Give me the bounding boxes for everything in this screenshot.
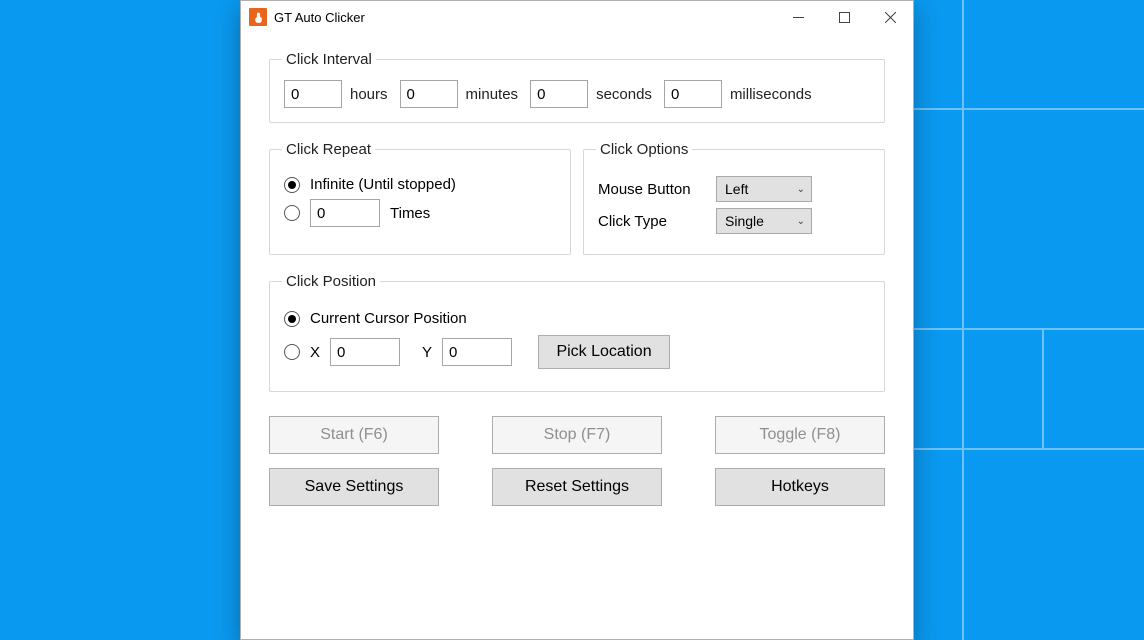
hours-label: hours [350,86,388,103]
click-position-group: Click Position Current Cursor Position X… [269,273,885,392]
position-y-label: Y [422,344,432,361]
click-type-value: Single [725,213,764,229]
click-interval-legend: Click Interval [282,51,376,68]
click-repeat-group: Click Repeat Infinite (Until stopped) Ti… [269,141,571,255]
hours-input[interactable] [284,80,342,108]
click-position-legend: Click Position [282,273,380,290]
mouse-button-select[interactable]: Left ⌄ [716,176,812,202]
window-title: GT Auto Clicker [274,10,365,25]
toggle-button[interactable]: Toggle (F8) [715,416,885,454]
click-options-group: Click Options Mouse Button Left ⌄ Click … [583,141,885,255]
seconds-label: seconds [596,86,652,103]
click-type-select[interactable]: Single ⌄ [716,208,812,234]
repeat-times-radio[interactable] [284,205,300,221]
repeat-times-input[interactable] [310,199,380,227]
minimize-button[interactable] [775,1,821,33]
chevron-down-icon: ⌄ [797,216,805,227]
start-button[interactable]: Start (F6) [269,416,439,454]
position-x-label: X [310,344,320,361]
click-repeat-legend: Click Repeat [282,141,375,158]
pick-location-button[interactable]: Pick Location [538,335,670,369]
close-button[interactable] [867,1,913,33]
mouse-button-value: Left [725,181,748,197]
position-xy-radio[interactable] [284,344,300,360]
position-current-label: Current Cursor Position [310,310,467,327]
titlebar[interactable]: GT Auto Clicker [241,1,913,33]
app-icon [249,8,267,26]
save-settings-button[interactable]: Save Settings [269,468,439,506]
app-window: GT Auto Clicker Click Interval hours min… [240,0,914,640]
milliseconds-input[interactable] [664,80,722,108]
click-type-label: Click Type [598,213,716,230]
click-options-legend: Click Options [596,141,692,158]
desktop-wallpaper: GT Auto Clicker Click Interval hours min… [0,0,1144,640]
position-y-input[interactable] [442,338,512,366]
wallpaper-grid [904,0,1144,640]
repeat-infinite-radio[interactable] [284,177,300,193]
maximize-button[interactable] [821,1,867,33]
position-x-input[interactable] [330,338,400,366]
minutes-input[interactable] [400,80,458,108]
milliseconds-label: milliseconds [730,86,812,103]
seconds-input[interactable] [530,80,588,108]
repeat-times-label: Times [390,205,430,222]
repeat-infinite-label: Infinite (Until stopped) [310,176,456,193]
reset-settings-button[interactable]: Reset Settings [492,468,662,506]
mouse-button-label: Mouse Button [598,181,716,198]
position-current-radio[interactable] [284,311,300,327]
stop-button[interactable]: Stop (F7) [492,416,662,454]
minutes-label: minutes [466,86,519,103]
chevron-down-icon: ⌄ [797,184,805,195]
click-interval-group: Click Interval hours minutes seconds mil… [269,51,885,123]
hotkeys-button[interactable]: Hotkeys [715,468,885,506]
client-area: Click Interval hours minutes seconds mil… [241,33,913,639]
